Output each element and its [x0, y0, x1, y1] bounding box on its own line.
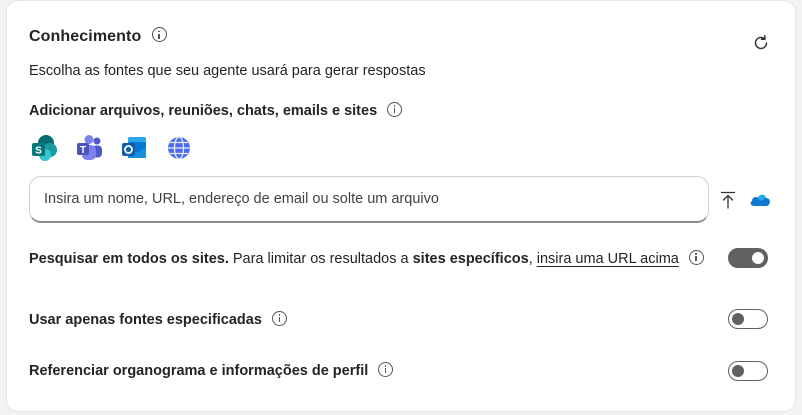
sources-heading: Adicionar arquivos, reuniões, chats, ema…	[29, 103, 378, 119]
search-all-desc: Para limitar os resultados a	[228, 251, 413, 267]
search-all-sites-text: Pesquisar em todos os sites. Para limita…	[29, 249, 704, 267]
outlook-icon[interactable]	[119, 133, 149, 163]
only-specified-label: Usar apenas fontes especificadas	[29, 312, 262, 328]
source-search-input[interactable]	[30, 177, 708, 221]
toggle-knob	[732, 313, 744, 325]
info-icon[interactable]	[271, 310, 287, 326]
web-globe-icon[interactable]	[164, 133, 194, 163]
info-icon[interactable]	[688, 249, 704, 265]
onedrive-icon[interactable]	[749, 192, 771, 207]
teams-icon[interactable]: T	[74, 133, 104, 163]
info-icon[interactable]	[387, 101, 403, 117]
source-input-container	[29, 176, 709, 223]
only-specified-toggle[interactable]	[728, 309, 768, 329]
comma-separator: ,	[528, 251, 537, 267]
search-all-sites-toggle[interactable]	[728, 248, 768, 268]
info-icon[interactable]	[378, 361, 394, 377]
sharepoint-icon[interactable]: S	[29, 133, 59, 163]
section-title-row: Conhecimento	[29, 27, 167, 46]
refresh-icon[interactable]	[752, 34, 770, 52]
source-apps: S T	[29, 133, 194, 163]
svg-text:T: T	[80, 145, 86, 156]
search-all-label: Pesquisar em todos os sites.	[29, 251, 229, 267]
section-subtitle: Escolha as fontes que seu agente usará p…	[29, 63, 426, 79]
enter-url-link[interactable]: insira uma URL acima	[537, 251, 679, 267]
specific-sites-label: sites específicos	[412, 251, 529, 267]
section-title: Conhecimento	[29, 28, 142, 45]
sources-heading-row: Adicionar arquivos, reuniões, chats, ema…	[29, 101, 403, 119]
org-chart-label: Referenciar organograma e informações de…	[29, 363, 369, 379]
toggle-knob	[752, 252, 764, 264]
svg-text:S: S	[35, 146, 42, 157]
org-chart-row: Referenciar organograma e informações de…	[29, 361, 394, 379]
toggle-knob	[732, 365, 744, 377]
knowledge-card: Conhecimento Escolha as fontes que seu a…	[6, 0, 796, 412]
info-icon[interactable]	[151, 27, 167, 43]
upload-icon[interactable]	[720, 191, 736, 209]
org-chart-toggle[interactable]	[728, 361, 768, 381]
only-specified-row: Usar apenas fontes especificadas	[29, 310, 287, 328]
